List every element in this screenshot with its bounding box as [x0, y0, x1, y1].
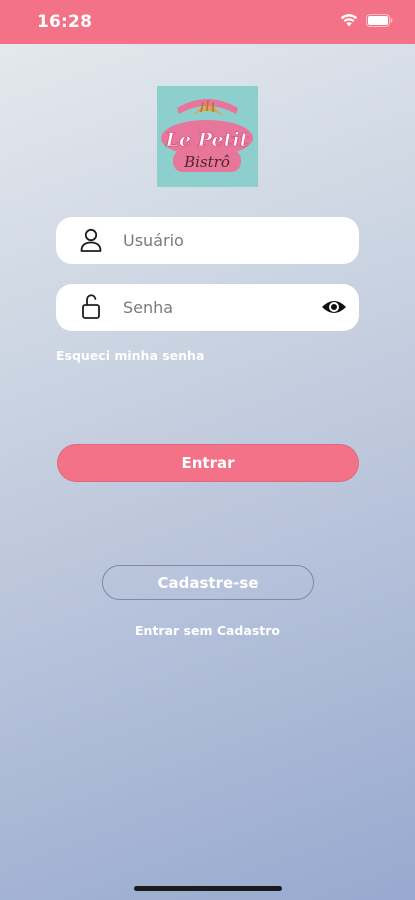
password-field[interactable] — [56, 284, 359, 331]
forgot-password-link[interactable]: Esqueci minha senha — [56, 348, 204, 363]
eye-icon[interactable] — [321, 296, 347, 318]
register-button[interactable]: Cadastre-se — [102, 565, 314, 600]
status-time: 16:28 — [37, 12, 93, 32]
battery-icon — [366, 14, 393, 27]
user-icon — [80, 228, 102, 252]
lock-open-icon — [82, 294, 100, 319]
status-bar: 16:28 — [0, 0, 415, 44]
wifi-icon — [340, 14, 358, 27]
password-input[interactable] — [123, 284, 323, 331]
username-field[interactable] — [56, 217, 359, 264]
svg-text:Le Petit: Le Petit — [165, 129, 249, 151]
username-input[interactable] — [123, 217, 323, 264]
guest-login-link[interactable]: Entrar sem Cadastro — [0, 623, 415, 638]
login-button[interactable]: Entrar — [57, 444, 359, 482]
status-icons — [340, 14, 393, 27]
app-logo: Le Petit Bistrô — [157, 86, 258, 187]
svg-text:Bistrô: Bistrô — [183, 153, 230, 171]
home-indicator — [134, 886, 282, 891]
